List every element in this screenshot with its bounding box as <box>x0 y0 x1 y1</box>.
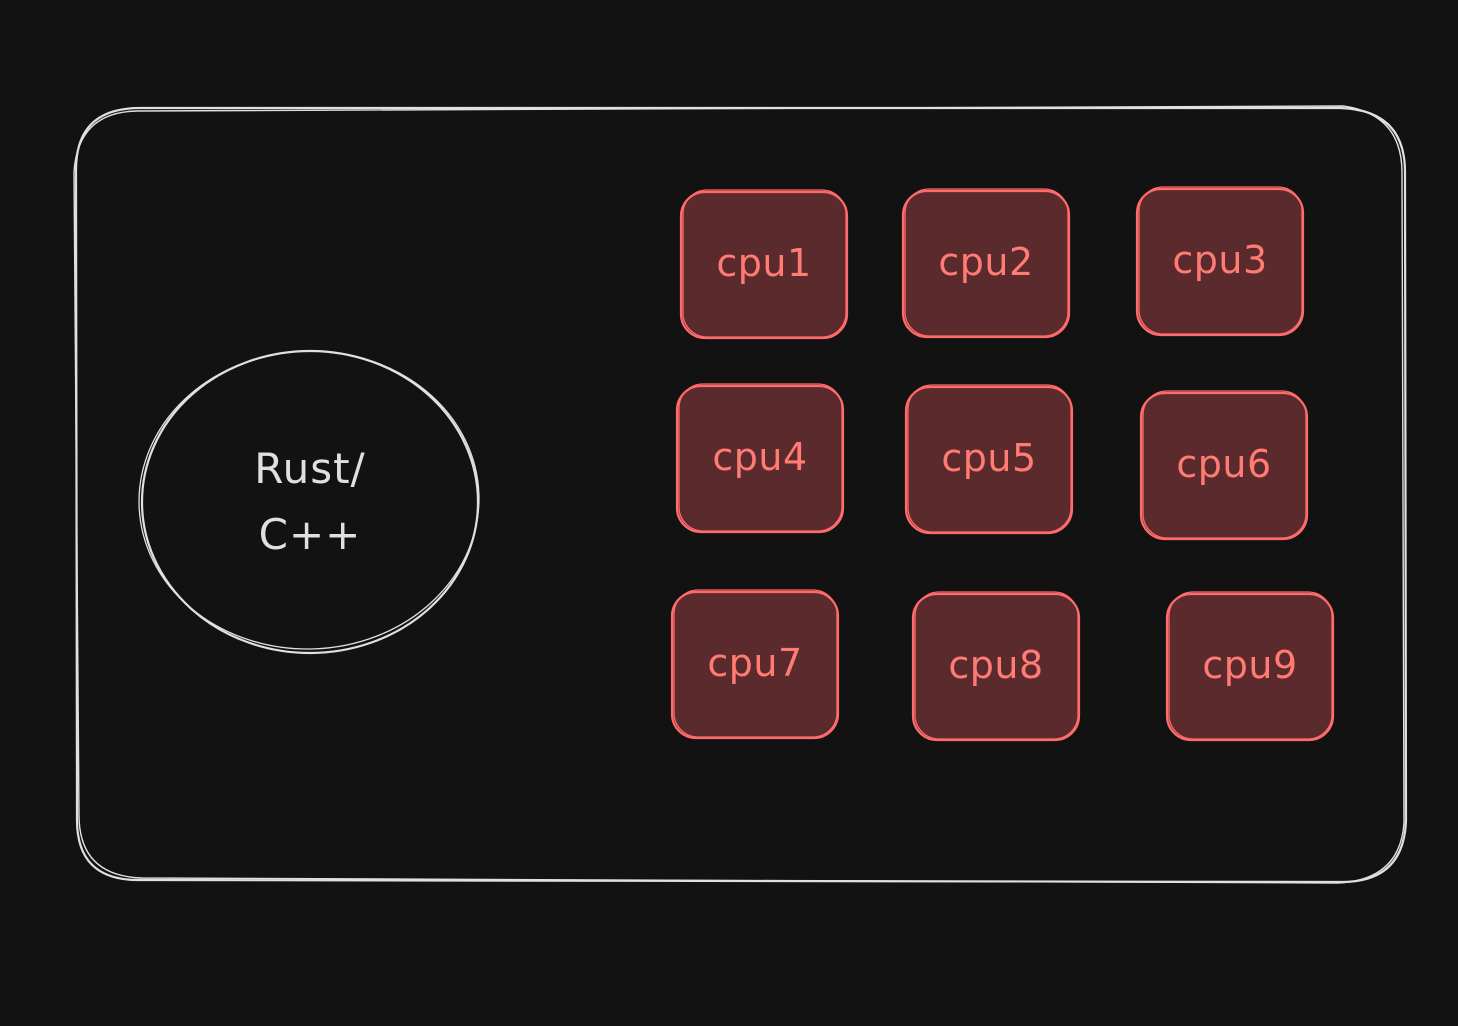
runtime-label-line1: Rust/ <box>254 444 366 493</box>
cpu-label-1: cpu1 <box>716 241 812 285</box>
cpu-label-6: cpu6 <box>1176 442 1272 486</box>
cpu-label-8: cpu8 <box>948 643 1044 687</box>
cpu-label-3: cpu3 <box>1172 238 1268 282</box>
cpu-label-5: cpu5 <box>941 436 1037 480</box>
diagram-canvas: Rust/ C++ cpu1 cpu2 cpu3 cpu4 cpu5 cpu6 cpu7 cp… <box>0 0 1458 1026</box>
cpu-label-9: cpu9 <box>1202 643 1298 687</box>
cpu-label-4: cpu4 <box>712 435 808 479</box>
runtime-label: Rust/ C++ <box>170 436 450 568</box>
runtime-label-line2: C++ <box>258 510 362 559</box>
cpu-label-2: cpu2 <box>938 240 1034 284</box>
cpu-label-7: cpu7 <box>707 641 803 685</box>
